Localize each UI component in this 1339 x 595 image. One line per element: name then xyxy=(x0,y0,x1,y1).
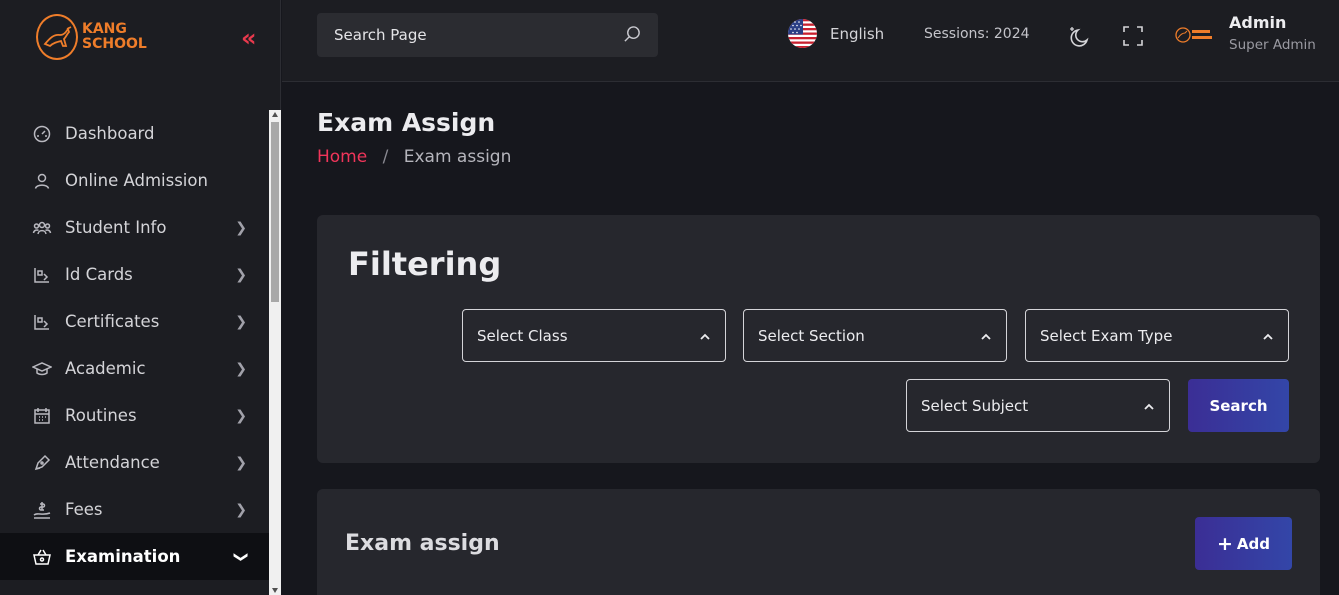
chevron-right-icon: ❯ xyxy=(235,313,247,330)
select-section-dropdown[interactable]: Select Section xyxy=(743,309,1007,362)
sidebar-item-routines[interactable]: Routines ❯ xyxy=(0,392,269,439)
sidebar-item-online-admission[interactable]: Online Admission xyxy=(0,157,269,204)
sidebar-scrollbar[interactable] xyxy=(269,110,281,595)
sidebar-item-attendance[interactable]: Attendance ❯ xyxy=(0,439,269,486)
add-button[interactable]: + Add xyxy=(1195,517,1292,570)
user-icon xyxy=(31,170,53,192)
pen-icon xyxy=(31,452,53,474)
avatar[interactable] xyxy=(1174,25,1214,45)
chevron-right-icon: ❯ xyxy=(235,501,247,518)
filter-card: Filtering Select Class Select Section Se… xyxy=(317,215,1320,463)
double-chevron-left-icon: « xyxy=(241,24,257,52)
certificate-icon xyxy=(31,311,53,333)
moon-icon xyxy=(1068,27,1092,53)
chevron-right-icon: ❯ xyxy=(235,360,247,377)
sidebar-item-label: Academic xyxy=(65,359,146,378)
breadcrumb-separator: / xyxy=(382,147,389,167)
user-role: Super Admin xyxy=(1229,37,1316,53)
sidebar-item-academic[interactable]: Academic ❯ xyxy=(0,345,269,392)
chevron-right-icon: ❯ xyxy=(235,266,247,283)
sidebar-item-dashboard[interactable]: Dashboard xyxy=(0,110,269,157)
chevron-up-icon xyxy=(1262,329,1274,347)
search-icon[interactable] xyxy=(623,25,642,48)
sidebar-item-id-cards[interactable]: Id Cards ❯ xyxy=(0,251,269,298)
sidebar-item-label: Certificates xyxy=(65,312,160,331)
page-title: Exam Assign xyxy=(317,108,496,137)
collapse-sidebar-button[interactable]: « xyxy=(241,26,257,50)
select-exam-type-dropdown[interactable]: Select Exam Type xyxy=(1025,309,1289,362)
search-button[interactable]: Search xyxy=(1188,379,1289,432)
speedometer-icon xyxy=(31,123,53,145)
select-subject-value: Select Subject xyxy=(921,396,1029,415)
filter-title: Filtering xyxy=(348,245,502,283)
select-class-dropdown[interactable]: Select Class xyxy=(462,309,726,362)
sidebar-item-fees[interactable]: Fees ❯ xyxy=(0,486,269,533)
brand-name-line2: SCHOOL xyxy=(82,36,147,52)
sidebar-item-label: Examination xyxy=(65,547,181,566)
chevron-right-icon: ❯ xyxy=(235,454,247,471)
sidebar-item-label: Id Cards xyxy=(65,265,133,284)
sidebar-item-student-info[interactable]: Student Info ❯ xyxy=(0,204,269,251)
select-class-value: Select Class xyxy=(477,326,568,345)
graduation-cap-icon xyxy=(31,358,53,380)
sidebar: KANG SCHOOL « Dashboard Online Admission… xyxy=(0,0,281,595)
sidebar-item-label: Dashboard xyxy=(65,124,155,143)
select-exam-type-value: Select Exam Type xyxy=(1040,326,1173,345)
language-selector[interactable]: English xyxy=(830,25,884,43)
exam-assign-card: Exam assign + Add xyxy=(317,489,1320,595)
chevron-down-icon: ❯ xyxy=(233,550,250,563)
money-hand-icon xyxy=(31,499,53,521)
select-subject-dropdown[interactable]: Select Subject xyxy=(906,379,1170,432)
us-flag-icon[interactable] xyxy=(788,19,817,48)
sidebar-nav: Dashboard Online Admission Student Info … xyxy=(0,110,269,580)
brand-name-line1: KANG xyxy=(82,21,127,37)
kangaroo-logo-icon xyxy=(36,14,78,60)
chevron-up-icon xyxy=(1143,399,1155,417)
search-input[interactable] xyxy=(334,26,604,44)
chevron-up-icon xyxy=(980,329,992,347)
sidebar-item-label: Routines xyxy=(65,406,137,425)
scroll-up-arrow-icon[interactable] xyxy=(272,112,278,117)
chevron-right-icon: ❯ xyxy=(235,219,247,236)
select-section-value: Select Section xyxy=(758,326,865,345)
brand-logo[interactable]: KANG SCHOOL xyxy=(36,14,147,60)
sidebar-item-label: Fees xyxy=(65,500,103,519)
topbar: English Sessions: 2024 Admin Super Admin xyxy=(282,0,1339,82)
dark-mode-toggle[interactable] xyxy=(1068,25,1092,53)
fullscreen-button[interactable] xyxy=(1122,25,1144,51)
chevron-up-icon xyxy=(699,329,711,347)
sidebar-item-certificates[interactable]: Certificates ❯ xyxy=(0,298,269,345)
fullscreen-icon xyxy=(1122,26,1144,51)
scroll-down-arrow-icon[interactable] xyxy=(272,588,278,593)
users-group-icon xyxy=(31,217,53,239)
chevron-right-icon: ❯ xyxy=(235,407,247,424)
scrollbar-thumb[interactable] xyxy=(271,122,279,302)
plus-icon: + xyxy=(1216,532,1233,555)
user-name[interactable]: Admin xyxy=(1229,13,1286,32)
id-card-icon xyxy=(31,264,53,286)
add-button-label: Add xyxy=(1236,534,1270,553)
search-box[interactable] xyxy=(317,13,658,57)
sidebar-item-label: Student Info xyxy=(65,218,167,237)
calendar-icon xyxy=(31,405,53,427)
sidebar-item-label: Online Admission xyxy=(65,171,208,190)
basket-icon xyxy=(31,546,53,568)
sidebar-item-examination[interactable]: Examination ❯ xyxy=(0,533,269,580)
sidebar-item-label: Attendance xyxy=(65,453,160,472)
exam-assign-title: Exam assign xyxy=(345,531,500,556)
breadcrumb-home-link[interactable]: Home xyxy=(317,147,367,167)
breadcrumb: Home / Exam assign xyxy=(317,147,511,167)
breadcrumb-current: Exam assign xyxy=(403,147,512,167)
session-selector[interactable]: Sessions: 2024 xyxy=(924,26,1030,42)
